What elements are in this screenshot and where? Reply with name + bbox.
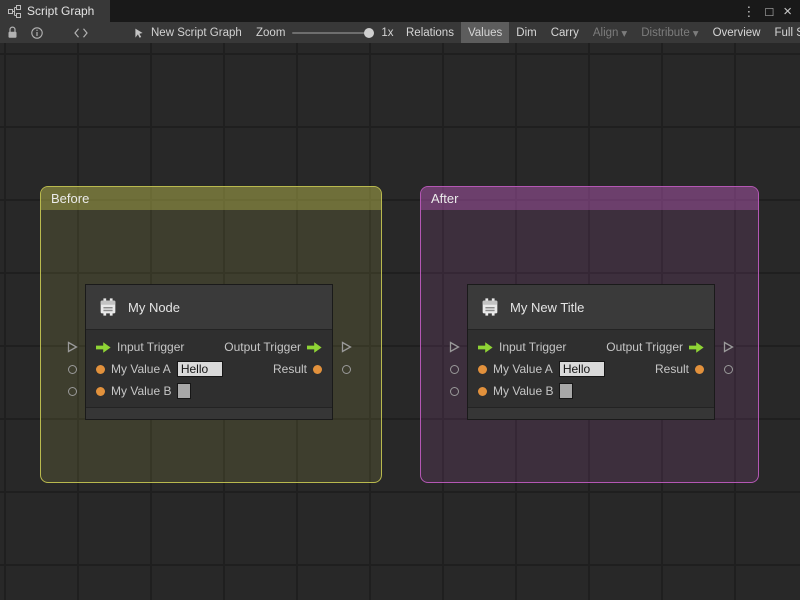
toolbar: New Script Graph Zoom 1x Relations Value… bbox=[0, 22, 800, 44]
port-row-trigger: Input Trigger Output Trigger bbox=[468, 336, 714, 358]
tab-bar: Script Graph ⋮ □ × bbox=[0, 0, 800, 22]
port-row-value-b: My Value B bbox=[468, 380, 714, 402]
dim-button[interactable]: Dim bbox=[509, 22, 543, 43]
relations-button[interactable]: Relations bbox=[399, 22, 461, 43]
code-icon[interactable] bbox=[74, 22, 88, 43]
trigger-input-icon[interactable] bbox=[478, 341, 493, 353]
zoom-value: 1x bbox=[381, 26, 394, 39]
overview-button[interactable]: Overview bbox=[706, 22, 768, 43]
align-button: Align ▾ bbox=[586, 22, 634, 43]
group-before-header[interactable]: Before bbox=[41, 187, 381, 210]
node-container[interactable]: My New Title Input Trigger Output Trigge… bbox=[467, 284, 715, 420]
node-ports: Input Trigger Output Trigger My Value A … bbox=[468, 330, 714, 407]
ext-result-port[interactable] bbox=[339, 362, 353, 376]
value-input-icon[interactable] bbox=[96, 364, 105, 374]
distribute-label: Distribute bbox=[641, 26, 690, 39]
value-input-icon[interactable] bbox=[478, 386, 487, 396]
port-row-value-b: My Value B bbox=[86, 380, 332, 402]
ext-value-a-port[interactable] bbox=[65, 362, 79, 376]
ext-input-trigger-port[interactable] bbox=[65, 340, 79, 354]
maximize-icon[interactable]: □ bbox=[765, 5, 773, 18]
port-label: Input Trigger bbox=[499, 340, 567, 354]
script-graph-window: Script Graph ⋮ □ × New Script Graph Zoom… bbox=[0, 0, 800, 600]
graph-pointer-icon bbox=[133, 27, 145, 39]
trigger-input-icon[interactable] bbox=[96, 341, 111, 353]
zoom-slider[interactable] bbox=[292, 27, 375, 38]
port-row-value-a: My Value A Result bbox=[86, 358, 332, 380]
node-header[interactable]: My New Title bbox=[468, 285, 714, 330]
lock-icon[interactable] bbox=[7, 22, 18, 43]
port-row-value-a: My Value A Result bbox=[468, 358, 714, 380]
ext-value-b-port[interactable] bbox=[65, 384, 79, 398]
graph-canvas[interactable]: Before After My Node Input Trigger Outpu… bbox=[0, 43, 800, 600]
graph-breadcrumb[interactable]: New Script Graph bbox=[133, 22, 242, 43]
unit-icon bbox=[479, 296, 501, 318]
port-label: My Value A bbox=[111, 362, 171, 376]
my-value-b-field[interactable] bbox=[177, 383, 192, 399]
zoom-label: Zoom bbox=[256, 26, 286, 39]
group-after-header[interactable]: After bbox=[421, 187, 758, 210]
zoom-control: Zoom 1x bbox=[256, 22, 394, 43]
align-label: Align bbox=[592, 26, 619, 39]
unit-icon bbox=[97, 296, 119, 318]
fullscreen-button[interactable]: Full Scr bbox=[768, 22, 800, 43]
port-label: Output Trigger bbox=[224, 340, 301, 354]
node-footer bbox=[86, 407, 332, 419]
value-output-icon[interactable] bbox=[695, 364, 704, 374]
close-icon[interactable]: × bbox=[783, 4, 792, 19]
my-value-a-field[interactable] bbox=[558, 361, 605, 377]
values-button[interactable]: Values bbox=[460, 22, 510, 43]
script-graph-icon bbox=[8, 4, 21, 18]
node-my-node[interactable]: My Node Input Trigger Output Trigger My … bbox=[67, 284, 352, 420]
port-row-trigger: Input Trigger Output Trigger bbox=[86, 336, 332, 358]
ext-value-b-port[interactable] bbox=[447, 384, 461, 398]
value-output-icon[interactable] bbox=[313, 364, 322, 374]
tab-title: Script Graph bbox=[27, 4, 95, 18]
carry-button[interactable]: Carry bbox=[544, 22, 586, 43]
node-title: My New Title bbox=[510, 299, 585, 315]
port-label: Output Trigger bbox=[606, 340, 683, 354]
value-input-icon[interactable] bbox=[478, 364, 487, 374]
node-container[interactable]: My Node Input Trigger Output Trigger My … bbox=[85, 284, 333, 420]
node-footer bbox=[468, 407, 714, 419]
toolbar-buttons: Relations Values Dim Carry Align ▾ Distr… bbox=[399, 22, 800, 43]
value-input-icon[interactable] bbox=[96, 386, 105, 396]
port-label: Result bbox=[272, 362, 307, 376]
my-value-a-field[interactable] bbox=[176, 361, 223, 377]
zoom-slider-handle[interactable] bbox=[364, 27, 375, 38]
ext-output-trigger-port[interactable] bbox=[339, 340, 353, 354]
node-title: My Node bbox=[128, 299, 181, 315]
ext-result-port[interactable] bbox=[721, 362, 735, 376]
group-label: After bbox=[431, 191, 459, 206]
port-label: Input Trigger bbox=[117, 340, 185, 354]
distribute-button: Distribute ▾ bbox=[634, 22, 705, 43]
ext-output-trigger-port[interactable] bbox=[721, 340, 735, 354]
node-ports: Input Trigger Output Trigger My Value A … bbox=[86, 330, 332, 407]
ext-value-a-port[interactable] bbox=[447, 362, 461, 376]
trigger-output-icon[interactable] bbox=[307, 341, 322, 353]
chevron-down-icon: ▾ bbox=[621, 27, 628, 40]
trigger-output-icon[interactable] bbox=[689, 341, 704, 353]
tab-script-graph[interactable]: Script Graph bbox=[0, 0, 111, 22]
port-label: Result bbox=[654, 362, 689, 376]
chevron-down-icon: ▾ bbox=[692, 27, 699, 40]
kebab-menu-icon[interactable]: ⋮ bbox=[742, 5, 755, 18]
graph-name: New Script Graph bbox=[151, 26, 242, 39]
ext-input-trigger-port[interactable] bbox=[447, 340, 461, 354]
info-icon[interactable] bbox=[31, 22, 43, 43]
node-header[interactable]: My Node bbox=[86, 285, 332, 330]
my-value-b-field[interactable] bbox=[559, 383, 574, 399]
port-label: My Value A bbox=[493, 362, 553, 376]
port-label: My Value B bbox=[493, 384, 554, 398]
node-my-new-title[interactable]: My New Title Input Trigger Output Trigge… bbox=[449, 284, 734, 420]
port-label: My Value B bbox=[111, 384, 172, 398]
window-controls: ⋮ □ × bbox=[742, 0, 800, 22]
group-label: Before bbox=[51, 191, 90, 206]
